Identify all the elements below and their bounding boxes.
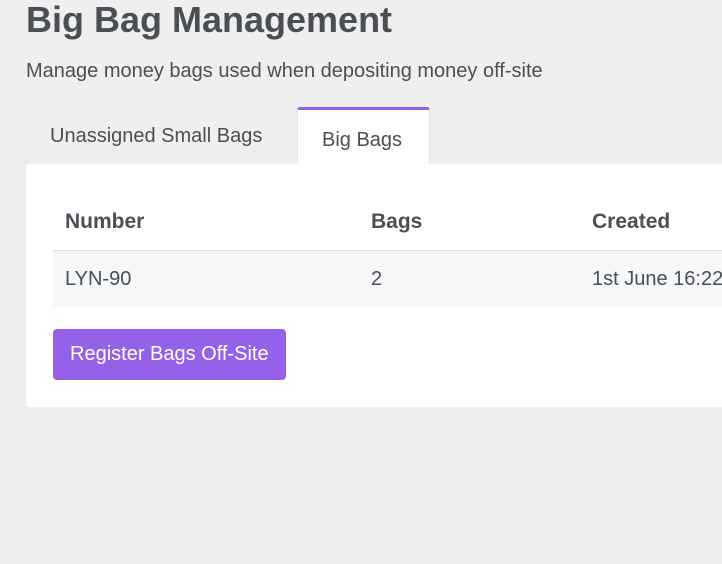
page-title: Big Bag Management <box>26 0 393 40</box>
column-header-created[interactable]: Created <box>580 194 722 251</box>
table-row[interactable]: LYN-90 2 1st June 16:22 <box>53 250 722 307</box>
big-bags-panel: Number Bags Created LYN-90 2 1st June 16… <box>26 164 722 407</box>
tab-unassigned-small-bags[interactable]: Unassigned Small Bags <box>26 107 297 164</box>
tab-big-bags[interactable]: Big Bags <box>297 107 430 164</box>
column-header-number[interactable]: Number <box>53 194 359 251</box>
register-bags-off-site-button[interactable]: Register Bags Off-Site <box>53 329 286 380</box>
big-bags-table: Number Bags Created LYN-90 2 1st June 16… <box>53 194 722 307</box>
table-header-row: Number Bags Created <box>53 194 722 251</box>
tab-bar: Unassigned Small Bags Big Bags <box>26 107 430 164</box>
cell-number: LYN-90 <box>53 250 359 307</box>
column-header-bags[interactable]: Bags <box>359 194 580 251</box>
page-subtitle: Manage money bags used when depositing m… <box>26 60 543 82</box>
cell-created: 1st June 16:22 <box>580 250 722 307</box>
cell-bags: 2 <box>359 250 580 307</box>
